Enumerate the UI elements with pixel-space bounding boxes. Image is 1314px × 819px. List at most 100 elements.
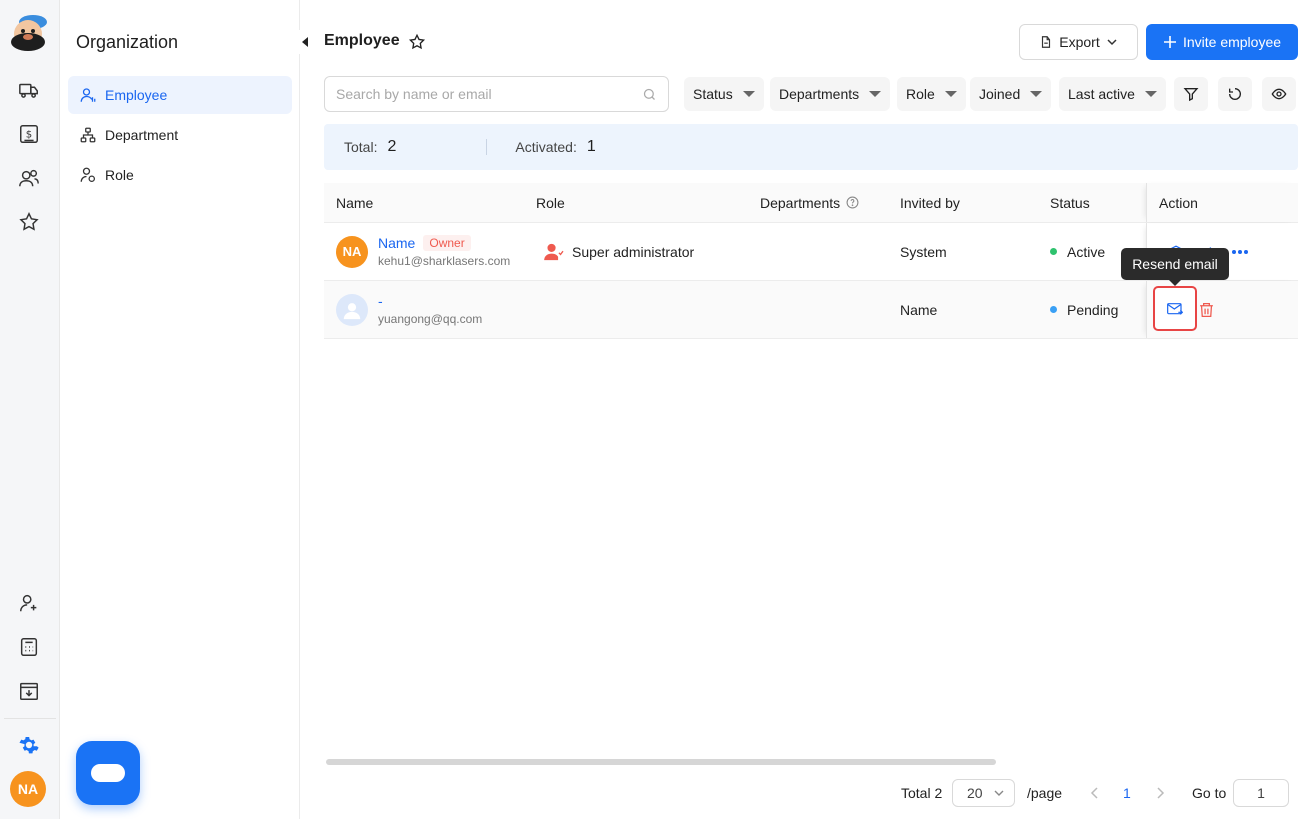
nav-item-department[interactable]: Department <box>68 116 292 154</box>
star-icon <box>19 212 39 231</box>
user-icon <box>80 88 96 102</box>
user-role-icon <box>80 167 96 183</box>
name-block: - yuangong@qq.com <box>378 293 482 326</box>
owner-badge: Owner <box>423 235 471 251</box>
mail-send-icon <box>1167 302 1183 315</box>
page-size-value: 20 <box>967 785 983 801</box>
page-size-select[interactable]: 20 <box>952 779 1015 807</box>
next-page-button[interactable] <box>1155 779 1165 807</box>
filter-label: Status <box>693 86 733 102</box>
status-badge: Active <box>1067 243 1106 260</box>
status-badge: Pending <box>1067 301 1119 318</box>
default-user-icon <box>343 302 361 319</box>
column-header-role[interactable]: Role <box>536 183 565 222</box>
column-header-action: Action <box>1159 183 1198 222</box>
trash-icon <box>1200 302 1213 317</box>
caret-down-icon <box>869 91 882 97</box>
activated-label: Activated: <box>515 139 577 155</box>
export-button[interactable]: Export <box>1019 24 1138 60</box>
filter-label: Joined <box>979 86 1021 102</box>
invite-employee-button[interactable]: Invite employee <box>1146 24 1298 60</box>
name-block: Name Owner kehu1@sharklasers.com <box>378 235 510 268</box>
status-dot <box>1050 306 1057 313</box>
column-header-label: Action <box>1159 194 1198 211</box>
column-header-departments[interactable]: Departments <box>760 183 859 222</box>
rail-billing-button[interactable]: $ <box>14 119 44 149</box>
column-header-name[interactable]: Name <box>336 183 373 222</box>
name-line: - <box>378 293 482 309</box>
pagination-total: Total 2 <box>901 785 943 801</box>
filter-label: Role <box>906 86 935 102</box>
column-header-invited-by[interactable]: Invited by <box>900 183 960 222</box>
employee-name-link[interactable]: - <box>378 293 383 309</box>
column-header-label: Role <box>536 194 565 211</box>
search-input[interactable] <box>336 86 642 102</box>
prev-page-button[interactable] <box>1090 779 1100 807</box>
app-window: $ NA Organization Employee Department Ro… <box>0 0 1314 819</box>
more-horizontal-icon <box>1232 249 1248 254</box>
user-avatar[interactable]: NA <box>10 771 46 807</box>
rail-download-button[interactable] <box>14 676 44 706</box>
gear-icon <box>19 737 39 754</box>
page-number-current[interactable]: 1 <box>1123 779 1131 807</box>
dollar-doc-icon: $ <box>20 125 38 143</box>
svg-text:$: $ <box>26 130 32 141</box>
export-label: Export <box>1059 34 1100 50</box>
more-actions-button[interactable] <box>1231 223 1249 280</box>
invited-by-cell: System <box>900 223 947 280</box>
filter-departments[interactable]: Departments <box>770 77 891 111</box>
horizontal-scrollbar[interactable] <box>326 759 996 765</box>
search-icon[interactable] <box>642 87 657 102</box>
resend-email-button[interactable] <box>1153 286 1197 331</box>
total-value: 2 <box>387 138 397 155</box>
search-box <box>324 76 669 112</box>
caret-down-icon <box>944 91 957 97</box>
refresh-button[interactable] <box>1218 77 1252 111</box>
filter-status[interactable]: Status <box>684 77 764 111</box>
rail-customers-button[interactable] <box>14 163 44 193</box>
rail-shipping-button[interactable] <box>14 75 44 105</box>
employee-name-link[interactable]: Name <box>378 235 415 251</box>
funnel-icon <box>1183 88 1199 102</box>
chevron-left-icon <box>1090 787 1098 799</box>
role-name: Super administrator <box>572 243 695 260</box>
nav-item-label: Role <box>105 167 134 183</box>
column-header-label: Departments <box>760 194 841 211</box>
chat-support-button[interactable] <box>76 741 140 805</box>
nav-item-label: Department <box>105 127 179 143</box>
brand-logo-icon[interactable] <box>6 12 52 52</box>
per-page-label: /page <box>1027 785 1063 801</box>
table-row[interactable]: - yuangong@qq.com Name Pending <box>324 281 1298 339</box>
left-rail: $ NA <box>0 0 60 819</box>
nav-item-role[interactable]: Role <box>68 156 292 194</box>
employee-email: yuangong@qq.com <box>378 312 483 326</box>
rail-calculator-button[interactable] <box>14 632 44 662</box>
column-visibility-button[interactable] <box>1262 77 1296 111</box>
caret-down-icon <box>1144 91 1157 97</box>
name-line: Name Owner <box>378 235 510 251</box>
nav-item-employee[interactable]: Employee <box>68 76 292 114</box>
rail-favorites-button[interactable] <box>14 207 44 237</box>
avatar <box>336 293 368 326</box>
filter-role[interactable]: Role <box>897 77 966 111</box>
summary-divider <box>486 139 488 155</box>
users-icon <box>19 169 39 187</box>
avatar: NA <box>336 235 368 268</box>
help-icon[interactable] <box>846 196 859 209</box>
nav-title: Organization <box>76 32 179 52</box>
filter-last-active[interactable]: Last active <box>1059 77 1166 111</box>
column-header-status[interactable]: Status <box>1050 183 1090 222</box>
organization-nav-panel: Organization Employee Department Role <box>60 0 300 819</box>
goto-page-input[interactable]: 1 <box>1233 779 1289 807</box>
advanced-filter-button[interactable] <box>1174 77 1208 111</box>
filter-joined[interactable]: Joined <box>970 77 1052 111</box>
favorite-star-icon[interactable] <box>408 33 426 51</box>
column-header-label: Status <box>1050 194 1090 211</box>
admin-user-icon <box>544 243 564 260</box>
delete-button[interactable] <box>1198 281 1215 338</box>
rail-settings-button[interactable] <box>14 730 44 760</box>
total-label: Total: <box>344 139 378 155</box>
eye-icon <box>1271 88 1287 100</box>
caret-down-icon <box>742 91 755 97</box>
rail-add-user-button[interactable] <box>14 588 44 618</box>
